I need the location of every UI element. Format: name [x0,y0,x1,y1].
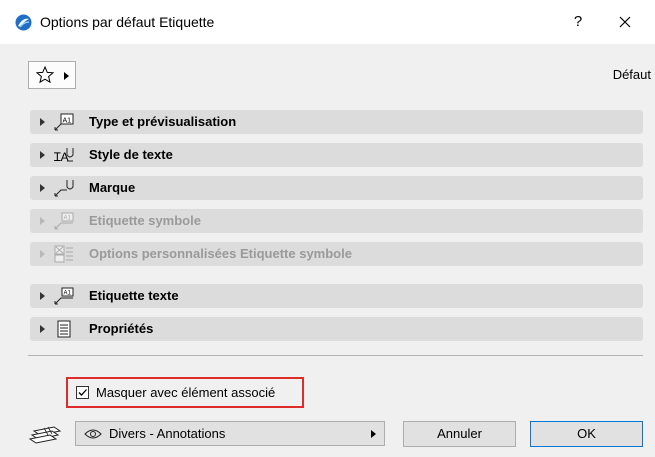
checkmark-icon [78,389,87,396]
expand-arrow-icon[interactable] [40,151,45,159]
hide-with-element-highlight: Masquer avec élément associé [66,377,304,408]
help-button[interactable]: ? [566,8,590,36]
layer-select[interactable]: Divers - Annotations [75,421,385,446]
expand-arrow-icon[interactable] [40,292,45,300]
expand-arrow-icon[interactable] [40,184,45,192]
archicad-app-icon [15,14,32,31]
ok-button[interactable]: OK [530,421,643,447]
panel-label: Type et prévisualisation [89,114,237,129]
expand-arrow-icon [40,217,45,225]
panel-type-preview[interactable]: A1 Type et prévisualisation [30,110,643,134]
hide-with-element-label[interactable]: Masquer avec élément associé [96,385,275,400]
cancel-button[interactable]: Annuler [403,421,516,447]
expand-arrow-icon[interactable] [40,118,45,126]
star-icon [35,65,55,84]
panel-text-label[interactable]: A1 Etiquette texte [30,284,643,308]
panel-properties[interactable]: Propriétés [30,317,643,341]
symbol-label-icon: A1 [54,212,74,230]
properties-icon [57,320,71,338]
favorites-button[interactable] [28,61,76,89]
panel-label: Marque [89,180,136,195]
panel-label: Propriétés [89,321,154,336]
label-type-icon: A1 [54,113,74,131]
svg-text:ꞮA: ꞮA [54,150,69,164]
expand-arrow-icon[interactable] [40,325,45,333]
favorites-arrow-icon [64,72,69,80]
layer-icon [28,426,62,444]
eye-icon [84,429,102,439]
divider [28,355,643,356]
dropdown-arrow-icon [371,430,376,438]
svg-text:A1: A1 [64,216,72,222]
svg-text:A1: A1 [64,291,72,297]
panel-marker[interactable]: Marque [30,176,643,200]
expand-arrow-icon [40,250,45,258]
panel-label: Options personnalisées Etiquette symbole [89,246,352,261]
marker-icon [54,180,74,197]
panel-label: Style de texte [89,147,173,162]
layer-value: Divers - Annotations [109,426,226,441]
custom-options-icon [54,245,73,263]
window-title: Options par défaut Etiquette [40,14,215,30]
close-icon[interactable] [610,8,640,36]
panel-symbol-label: A1 Etiquette symbole [30,209,643,233]
panel-text-style[interactable]: ꞮA Style de texte [30,143,643,167]
text-label-icon: A1 [54,287,74,305]
hide-with-element-checkbox[interactable] [76,386,89,399]
panel-custom-symbol-options: Options personnalisées Etiquette symbole [30,242,643,266]
panel-label: Etiquette symbole [89,213,201,228]
svg-text:A1: A1 [63,118,72,125]
panel-label: Etiquette texte [89,288,179,303]
text-style-icon: ꞮA [54,148,74,164]
preset-label: Défaut [612,67,651,82]
